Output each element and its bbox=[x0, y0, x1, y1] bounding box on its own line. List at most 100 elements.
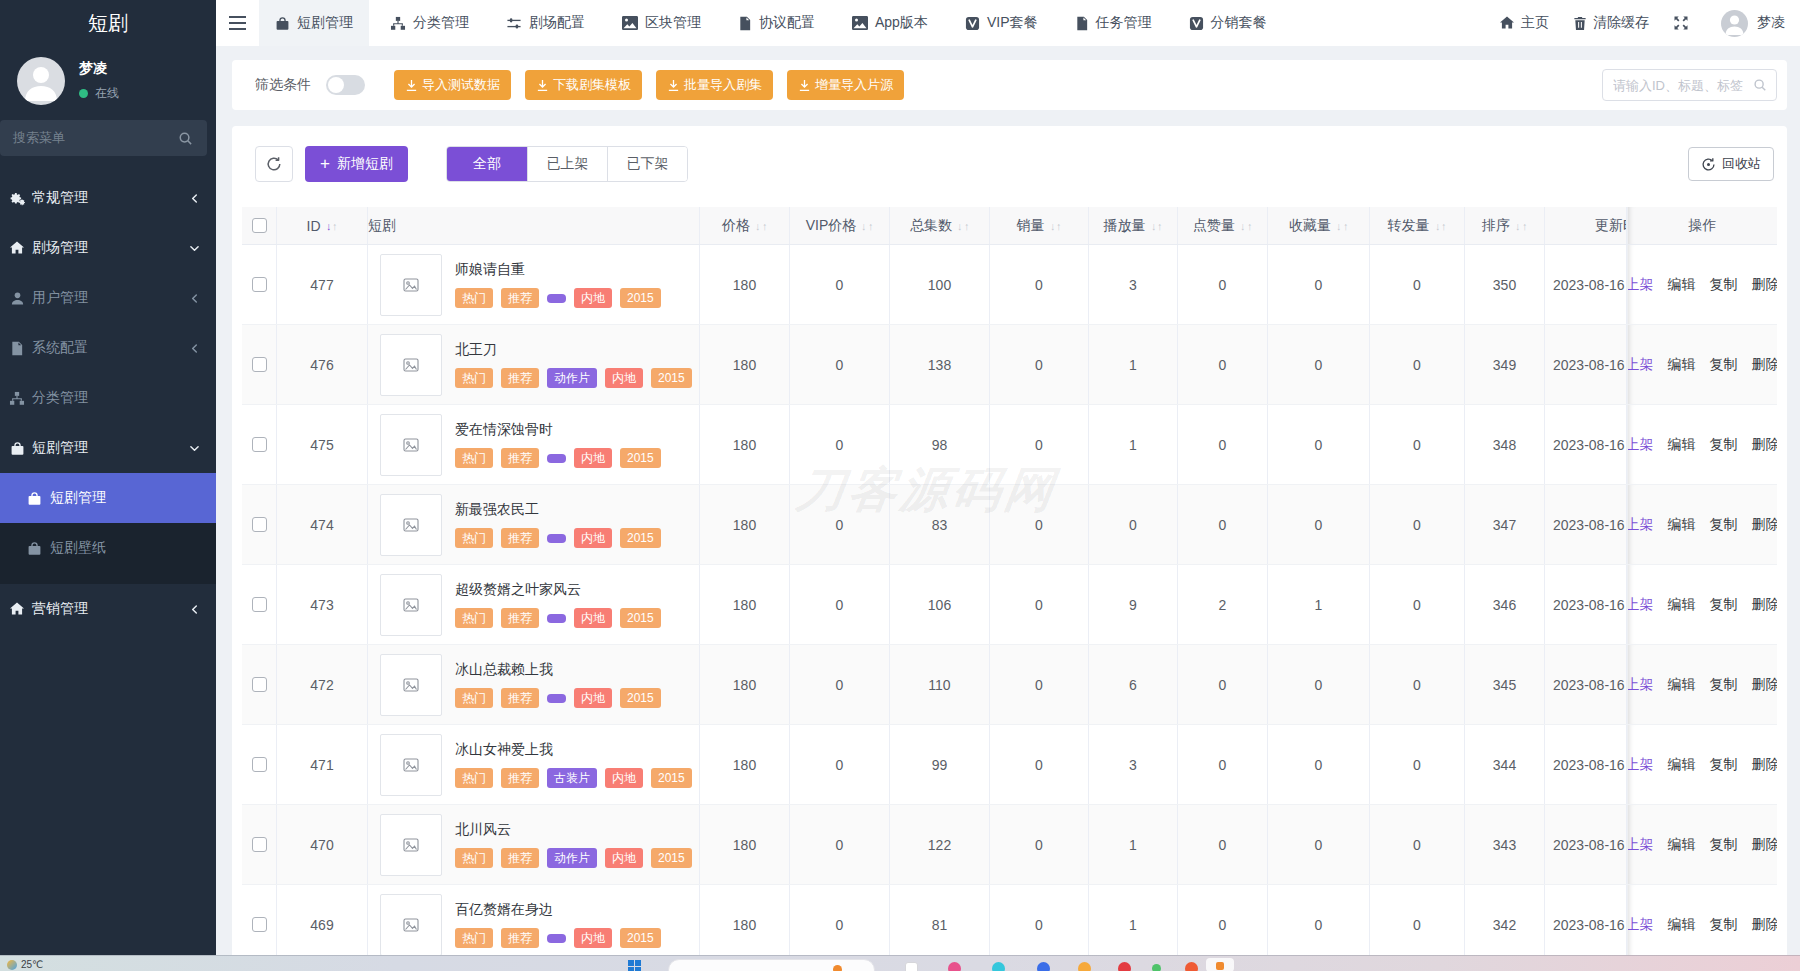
sort-icons[interactable]: ↓↑ bbox=[1515, 220, 1527, 232]
sidebar-item-8[interactable]: 营销管理 bbox=[0, 584, 216, 634]
weather-widget[interactable]: 25℃ bbox=[7, 959, 43, 970]
action-2[interactable]: 复制 bbox=[1710, 836, 1738, 854]
row-checkbox[interactable] bbox=[252, 597, 267, 612]
action-0[interactable]: 上架 bbox=[1627, 276, 1654, 294]
action-1[interactable]: 编辑 bbox=[1668, 916, 1696, 934]
row-checkbox[interactable] bbox=[252, 357, 267, 372]
sidebar-item-4[interactable]: 分类管理 bbox=[0, 373, 216, 423]
taskbar-app-icon[interactable] bbox=[1118, 962, 1131, 971]
row-checkbox[interactable] bbox=[252, 837, 267, 852]
taskbar-app-icon[interactable] bbox=[1037, 962, 1050, 971]
action-1[interactable]: 编辑 bbox=[1668, 596, 1696, 614]
action-0[interactable]: 上架 bbox=[1627, 436, 1654, 454]
action-1[interactable]: 编辑 bbox=[1668, 436, 1696, 454]
sort-icons[interactable]: ↓↑ bbox=[1435, 220, 1447, 232]
action-3[interactable]: 删除 bbox=[1752, 756, 1778, 774]
sort-icons[interactable]: ↓↑ bbox=[957, 220, 969, 232]
action-3[interactable]: 删除 bbox=[1752, 356, 1778, 374]
sort-icons[interactable]: ↓↑ bbox=[1050, 220, 1062, 232]
action-0[interactable]: 上架 bbox=[1627, 356, 1654, 374]
sort-icons[interactable]: ↓↑ bbox=[1240, 220, 1252, 232]
status-tab-1[interactable]: 已上架 bbox=[527, 147, 607, 181]
tab-1[interactable]: 分类管理 bbox=[374, 0, 485, 46]
refresh-button[interactable] bbox=[255, 146, 293, 182]
action-1[interactable]: 编辑 bbox=[1668, 516, 1696, 534]
action-1[interactable]: 编辑 bbox=[1668, 836, 1696, 854]
table-search-input[interactable] bbox=[1613, 78, 1753, 93]
import-button-1[interactable]: 下载剧集模板 bbox=[525, 70, 642, 100]
status-tab-0[interactable]: 全部 bbox=[447, 147, 527, 181]
taskbar-app-icon[interactable] bbox=[1078, 962, 1091, 971]
tab-5[interactable]: App版本 bbox=[836, 0, 944, 46]
sidebar-item-2[interactable]: 用户管理 bbox=[0, 273, 216, 323]
action-2[interactable]: 复制 bbox=[1710, 436, 1738, 454]
sidebar-item-7[interactable]: 短剧壁纸 bbox=[0, 523, 216, 573]
sidebar-item-5[interactable]: 短剧管理 bbox=[0, 423, 216, 473]
tab-0[interactable]: 短剧管理 bbox=[259, 0, 369, 46]
sort-icons[interactable]: ↓↑ bbox=[326, 220, 338, 232]
sort-icons[interactable]: ↓↑ bbox=[755, 220, 767, 232]
sort-icons[interactable]: ↓↑ bbox=[1336, 220, 1348, 232]
filter-toggle[interactable] bbox=[326, 75, 365, 95]
action-3[interactable]: 删除 bbox=[1752, 276, 1778, 294]
row-checkbox[interactable] bbox=[252, 517, 267, 532]
sort-icons[interactable]: ↓↑ bbox=[1151, 220, 1163, 232]
menu-toggle-icon[interactable] bbox=[216, 0, 259, 46]
action-0[interactable]: 上架 bbox=[1627, 916, 1654, 934]
action-2[interactable]: 复制 bbox=[1710, 916, 1738, 934]
sidebar-search-input[interactable]: 搜索菜单 bbox=[0, 120, 207, 156]
tab-7[interactable]: 任务管理 bbox=[1059, 0, 1168, 46]
action-1[interactable]: 编辑 bbox=[1668, 756, 1696, 774]
tab-6[interactable]: VIP套餐 bbox=[949, 0, 1054, 46]
taskbar-app-icon[interactable] bbox=[992, 962, 1005, 971]
action-0[interactable]: 上架 bbox=[1627, 756, 1654, 774]
action-3[interactable]: 删除 bbox=[1752, 836, 1778, 854]
sort-icons[interactable]: ↓↑ bbox=[861, 220, 873, 232]
action-2[interactable]: 复制 bbox=[1710, 516, 1738, 534]
taskbar-active-app[interactable] bbox=[1206, 958, 1234, 971]
action-2[interactable]: 复制 bbox=[1710, 596, 1738, 614]
sidebar-item-0[interactable]: 常规管理 bbox=[0, 173, 216, 223]
status-tab-2[interactable]: 已下架 bbox=[607, 147, 687, 181]
action-1[interactable]: 编辑 bbox=[1668, 676, 1696, 694]
home-link[interactable]: 主页 bbox=[1499, 14, 1549, 32]
add-drama-button[interactable]: +新增短剧 bbox=[305, 146, 408, 182]
row-checkbox[interactable] bbox=[252, 917, 267, 932]
recycle-bin-button[interactable]: 回收站 bbox=[1688, 147, 1774, 181]
sidebar-item-1[interactable]: 剧场管理 bbox=[0, 223, 216, 273]
action-0[interactable]: 上架 bbox=[1627, 516, 1654, 534]
action-1[interactable]: 编辑 bbox=[1668, 276, 1696, 294]
action-2[interactable]: 复制 bbox=[1710, 676, 1738, 694]
action-3[interactable]: 删除 bbox=[1752, 676, 1778, 694]
fullscreen-button[interactable] bbox=[1673, 15, 1695, 31]
tab-4[interactable]: 协议配置 bbox=[722, 0, 831, 46]
topnav-username[interactable]: 梦凌 bbox=[1757, 14, 1785, 32]
taskbar-search[interactable] bbox=[668, 959, 875, 971]
row-checkbox[interactable] bbox=[252, 757, 267, 772]
taskbar-app-icon[interactable] bbox=[948, 962, 961, 971]
select-all-checkbox[interactable] bbox=[252, 218, 267, 233]
sidebar-item-6[interactable]: 短剧管理 bbox=[0, 473, 216, 523]
windows-start-icon[interactable] bbox=[628, 960, 642, 971]
tab-8[interactable]: 分销套餐 bbox=[1173, 0, 1283, 46]
taskbar-app-icon[interactable] bbox=[1152, 964, 1161, 971]
clear-cache-link[interactable]: 清除缓存 bbox=[1573, 14, 1649, 32]
action-0[interactable]: 上架 bbox=[1627, 836, 1654, 854]
taskbar-app-icon[interactable] bbox=[905, 962, 918, 971]
row-checkbox[interactable] bbox=[252, 437, 267, 452]
action-3[interactable]: 删除 bbox=[1752, 596, 1778, 614]
search-icon[interactable] bbox=[1753, 78, 1767, 92]
action-0[interactable]: 上架 bbox=[1627, 596, 1654, 614]
action-3[interactable]: 删除 bbox=[1752, 436, 1778, 454]
tab-3[interactable]: 区块管理 bbox=[606, 0, 717, 46]
row-checkbox[interactable] bbox=[252, 277, 267, 292]
import-button-2[interactable]: 批量导入剧集 bbox=[656, 70, 773, 100]
import-button-3[interactable]: 增量导入片源 bbox=[787, 70, 904, 100]
row-checkbox[interactable] bbox=[252, 677, 267, 692]
action-3[interactable]: 删除 bbox=[1752, 516, 1778, 534]
tab-2[interactable]: 剧场配置 bbox=[490, 0, 601, 46]
action-2[interactable]: 复制 bbox=[1710, 356, 1738, 374]
action-3[interactable]: 删除 bbox=[1752, 916, 1778, 934]
taskbar-app-icon[interactable] bbox=[1185, 962, 1198, 971]
topnav-avatar[interactable] bbox=[1721, 10, 1748, 37]
